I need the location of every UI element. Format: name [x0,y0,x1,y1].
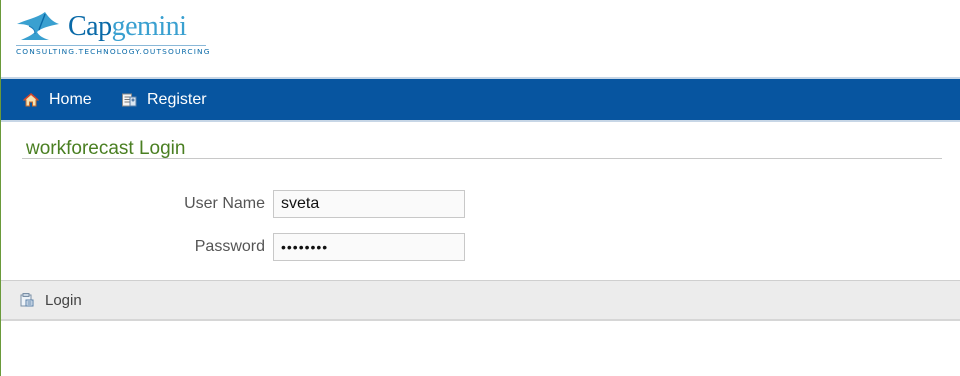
password-input[interactable] [273,233,465,261]
logo-wordmark: Capgemini [68,11,187,42]
login-icon [20,293,34,307]
page-bottom [1,321,960,376]
logo-word-gemini: gemini [111,11,187,42]
title-divider [22,158,942,159]
logo-word-cap: Cap [68,11,112,42]
username-row: User Name [1,190,960,218]
header: Capgemini CONSULTING.TECHNOLOGY.OUTSOURC… [1,0,960,77]
home-icon [23,92,39,106]
nav-register-label: Register [147,90,207,108]
password-row: Password [1,233,960,261]
logo-tagline: CONSULTING.TECHNOLOGY.OUTSOURCING [16,47,211,56]
nav-register[interactable]: Register [121,79,207,120]
register-icon [122,93,137,106]
action-bar: Login [1,280,960,321]
page-title: workforecast Login [26,138,186,159]
nav-home-label: Home [49,90,92,108]
login-button-label: Login [45,291,82,309]
nav-home[interactable]: Home [23,79,92,120]
logo-spade-icon [17,12,59,40]
capgemini-logo[interactable]: Capgemini CONSULTING.TECHNOLOGY.OUTSOURC… [15,10,215,60]
logo-divider [16,45,206,46]
login-button[interactable]: Login [19,281,82,319]
login-panel: workforecast Login User Name Password [1,122,960,280]
username-input[interactable] [273,190,465,218]
username-label: User Name [184,195,265,212]
main-nav: Home Register [1,77,960,122]
password-label: Password [194,238,265,255]
